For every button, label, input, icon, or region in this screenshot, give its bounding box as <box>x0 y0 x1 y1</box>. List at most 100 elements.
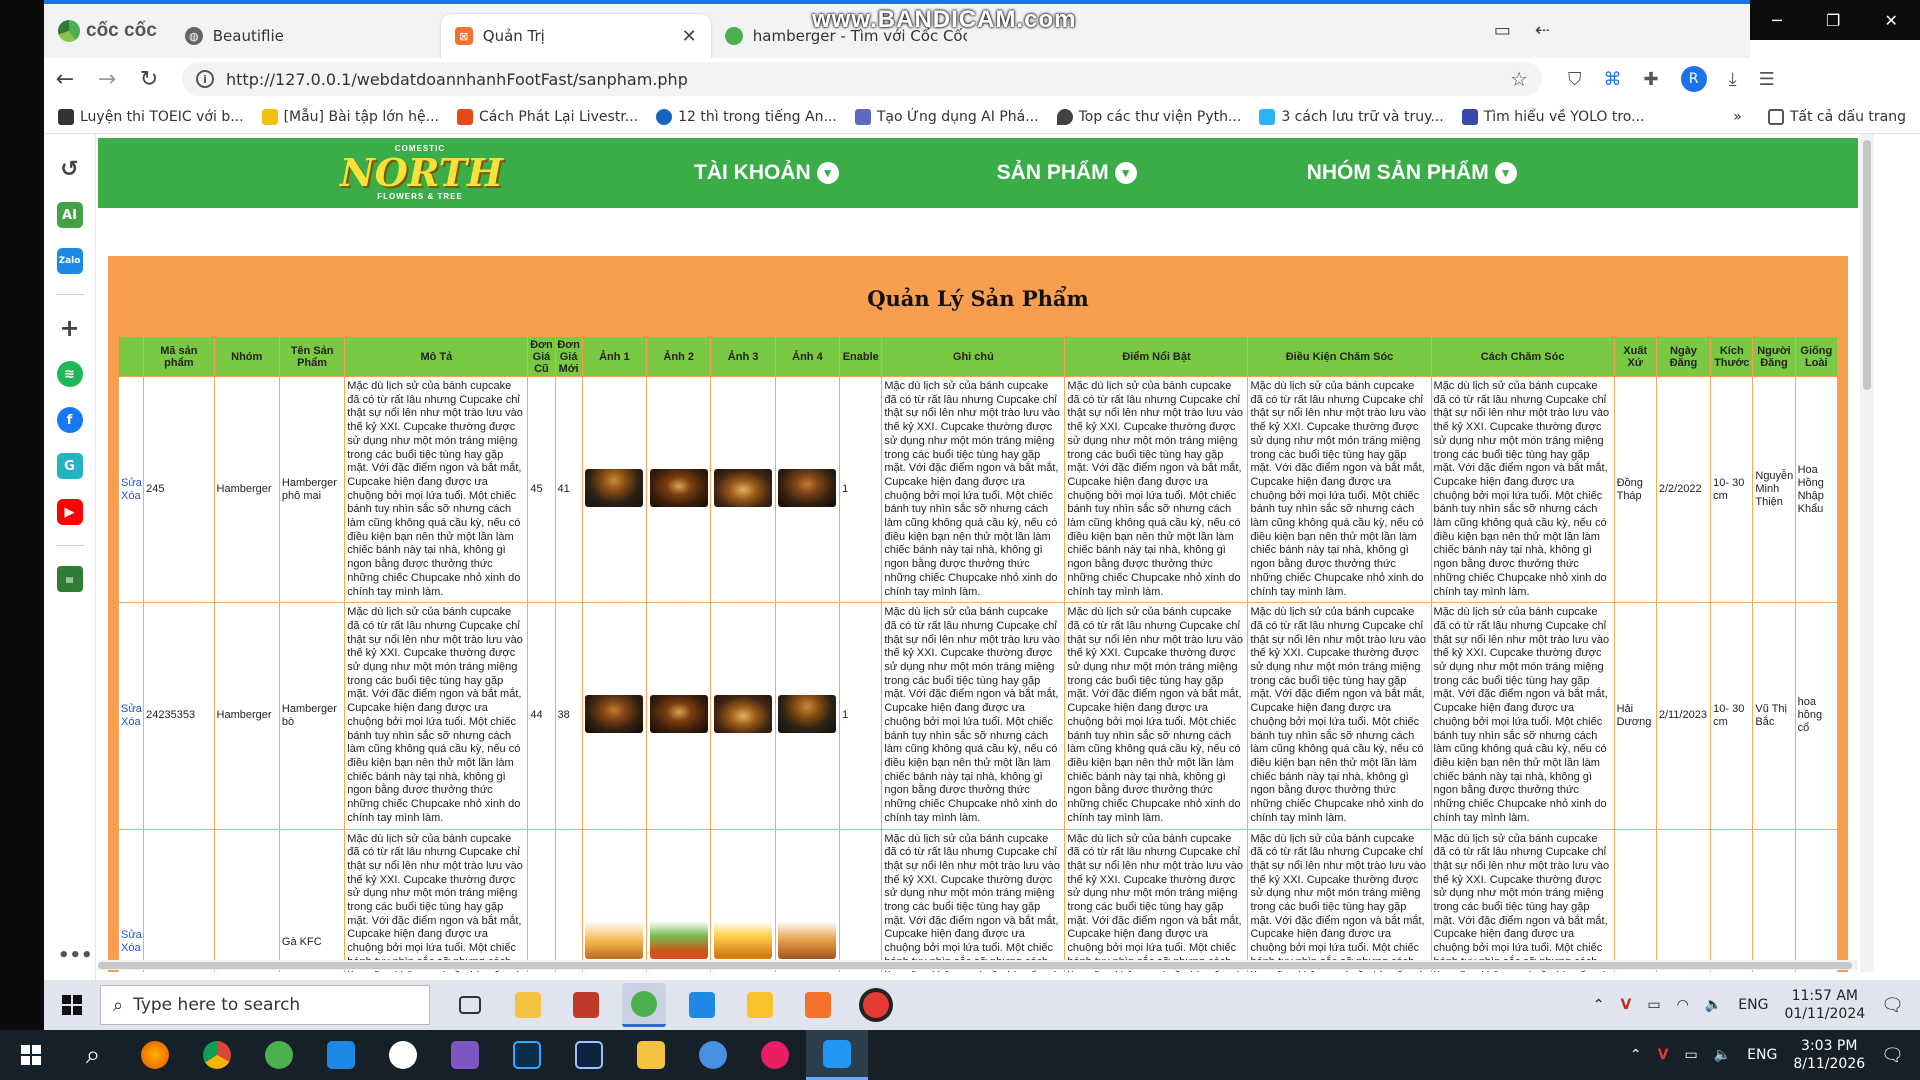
star-icon[interactable]: ☆ <box>1510 67 1528 91</box>
antivirus-icon[interactable]: V <box>1658 1047 1669 1063</box>
vertical-scrollbar[interactable] <box>1860 134 1874 972</box>
download-icon[interactable]: ⤓ <box>1729 69 1737 90</box>
antivirus-icon[interactable]: V <box>1621 997 1632 1013</box>
youtube-icon[interactable]: ▶ <box>56 499 83 525</box>
bookmark-item[interactable]: Top các thư viện Pyth... <box>1056 108 1241 125</box>
coccoc-taskbar-icon[interactable] <box>622 983 666 1027</box>
add-icon[interactable]: + <box>57 314 83 342</box>
close-icon[interactable]: ✕ <box>682 26 697 47</box>
vscode-icon[interactable] <box>680 983 724 1027</box>
file-explorer-icon[interactable] <box>620 1030 682 1080</box>
edit-link[interactable]: Sửa <box>121 703 142 716</box>
back-arrow-icon[interactable]: ← <box>44 67 86 92</box>
taskbar-search[interactable]: ⌕ Type here to search <box>100 985 430 1025</box>
tab-quan-tri[interactable]: ⊠ Quản Trị ✕ <box>440 14 711 58</box>
language-indicator[interactable]: ENG <box>1747 1047 1777 1063</box>
more-icon[interactable]: ••• <box>58 945 93 966</box>
menu-san-pham[interactable]: SẢN PHẨM ▾ <box>997 161 1137 185</box>
col-header: Ảnh 1 <box>581 336 648 377</box>
bookmark-item[interactable]: Luyện thi TOEIC với b... <box>58 108 244 125</box>
remote-desktop-icon[interactable] <box>806 1030 868 1080</box>
translate-icon[interactable]: ⌘ <box>1604 69 1622 90</box>
ai-icon[interactable]: AI <box>56 202 83 228</box>
lightroom-icon[interactable] <box>558 1030 620 1080</box>
horizontal-scrollbar[interactable] <box>98 960 1858 970</box>
task-view-icon[interactable] <box>448 983 492 1027</box>
xampp-taskbar-icon[interactable] <box>796 983 840 1027</box>
network-icon[interactable]: ▭ <box>1685 1047 1698 1063</box>
menu-nhom-san-pham[interactable]: NHÓM SẢN PHẨM ▾ <box>1307 161 1517 185</box>
bookmark-item[interactable]: Tìm hiểu về YOLO tro... <box>1461 108 1644 125</box>
battery-icon[interactable]: ▭ <box>1647 997 1660 1013</box>
avatar[interactable]: R <box>1680 66 1707 92</box>
delete-link[interactable]: Xóa <box>121 716 141 729</box>
volume-icon[interactable]: 🔈 <box>1714 1047 1731 1063</box>
volume-icon[interactable]: 🔈 <box>1705 997 1722 1013</box>
paint-icon[interactable] <box>744 1030 806 1080</box>
maximize-icon[interactable]: ❐ <box>1826 11 1840 30</box>
zalo-icon[interactable]: Zalo <box>56 248 83 274</box>
history-icon[interactable]: ↺ <box>57 156 83 182</box>
forward-arrow-icon[interactable]: → <box>86 67 128 92</box>
cell-enable: 1 <box>839 375 883 604</box>
coccoc-icon[interactable] <box>248 1030 310 1080</box>
clock[interactable]: 3:03 PM 8/11/2026 <box>1793 1037 1865 1073</box>
bookmark-item[interactable]: 3 cách lưu trữ và truy... <box>1259 108 1444 125</box>
back-tab-icon[interactable]: ⇠ <box>1535 20 1550 41</box>
reload-icon[interactable]: ↻ <box>128 67 170 92</box>
start-button[interactable] <box>0 1030 62 1080</box>
network-icon[interactable]: ◠ <box>1677 997 1689 1013</box>
app-icon[interactable]: ▤ <box>56 566 83 592</box>
store-icon[interactable] <box>738 983 782 1027</box>
chevron-up-icon[interactable]: ⌃ <box>1630 1047 1642 1063</box>
bookmark-item[interactable]: Tạo Ứng dụng AI Phá... <box>854 108 1039 125</box>
site-logo[interactable]: COMESTIC NORTH FLOWERS & TREE <box>340 144 503 202</box>
notification-icon[interactable]: 🗨 <box>1881 995 1904 1016</box>
edit-link[interactable]: Sửa <box>121 477 142 490</box>
shield-icon[interactable]: ⛉ <box>1568 69 1582 90</box>
tab-beautiflie[interactable]: ◍ Beautiflie <box>171 14 441 58</box>
cell-author: Vũ Thị Bắc <box>1752 602 1796 830</box>
scrollbar-thumb[interactable] <box>1863 140 1871 390</box>
recording-watermark: www.BANDICAM.com <box>812 6 1077 33</box>
start-button[interactable] <box>44 995 100 1015</box>
info-icon[interactable]: i <box>196 70 214 88</box>
menu-icon[interactable]: ☰ <box>1759 69 1775 90</box>
all-bookmarks[interactable]: Tất cả dấu trang <box>1767 108 1906 125</box>
close-window-icon[interactable]: ✕ <box>1884 11 1897 30</box>
bookmark-item[interactable]: Cách Phát Lại Livestr... <box>457 108 638 125</box>
minimize-icon[interactable]: ─ <box>1772 11 1782 30</box>
spotify-icon[interactable]: ≋ <box>56 361 83 387</box>
visual-studio-icon[interactable] <box>434 1030 496 1080</box>
cast-icon[interactable]: ▭ <box>1494 20 1511 41</box>
app-icon[interactable] <box>564 983 608 1027</box>
bookmark-item[interactable]: [Mẫu] Bài tập lớn hệ... <box>261 108 439 125</box>
photoshop-icon[interactable] <box>496 1030 558 1080</box>
language-indicator[interactable]: ENG <box>1738 997 1768 1013</box>
zalo-icon[interactable] <box>372 1030 434 1080</box>
cell-image-2 <box>646 828 712 972</box>
scrollbar-thumb[interactable] <box>98 962 1852 969</box>
record-icon[interactable] <box>854 983 898 1027</box>
file-explorer-icon[interactable] <box>506 983 550 1027</box>
cell-old-price: 44 <box>527 602 556 830</box>
notification-icon[interactable]: 🗨 <box>1881 1045 1904 1066</box>
menu-tai-khoan[interactable]: TÀI KHOẢN ▾ <box>694 161 839 185</box>
vscode-icon[interactable] <box>310 1030 372 1080</box>
extensions-icon[interactable]: ✚ <box>1644 69 1659 90</box>
app-icon[interactable] <box>682 1030 744 1080</box>
browser-logo[interactable]: cốc cốc <box>44 20 171 42</box>
clock[interactable]: 11:57 AM 01/11/2024 <box>1784 987 1865 1023</box>
chrome-icon[interactable] <box>186 1030 248 1080</box>
grammar-icon[interactable]: G <box>56 453 83 479</box>
more-bookmarks-icon[interactable]: » <box>1733 109 1742 125</box>
edit-link[interactable]: Sửa <box>121 929 142 942</box>
url-bar[interactable]: i http://127.0.0.1/webdatdoannhanhFootFa… <box>182 62 1542 96</box>
delete-link[interactable]: Xóa <box>121 490 141 503</box>
delete-link[interactable]: Xóa <box>121 942 141 955</box>
firefox-icon[interactable] <box>124 1030 186 1080</box>
facebook-icon[interactable]: f <box>56 407 83 433</box>
chevron-up-icon[interactable]: ⌃ <box>1593 997 1605 1013</box>
search-icon[interactable]: ⌕ <box>62 1030 124 1080</box>
bookmark-item[interactable]: 12 thì trong tiếng An... <box>656 108 837 125</box>
